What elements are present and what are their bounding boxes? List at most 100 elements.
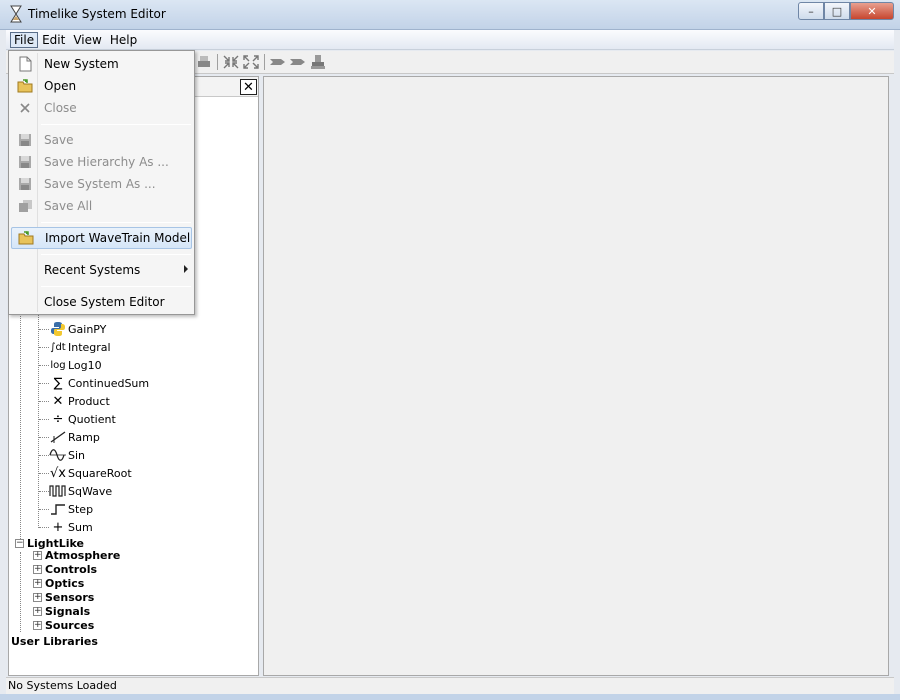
maximize-button[interactable]: □: [824, 2, 850, 20]
menu-edit[interactable]: Edit: [38, 32, 69, 48]
menu-item-import-wavetrain[interactable]: Import WaveTrain Model: [11, 227, 192, 249]
tree-item-quotient[interactable]: ÷ Quotient: [39, 410, 116, 428]
tree-item-squareroot[interactable]: √x SquareRoot: [39, 464, 132, 482]
tree-label: Quotient: [68, 412, 116, 426]
tree-item-ramp[interactable]: Ramp: [39, 428, 100, 446]
multiply-icon: ✕: [52, 393, 64, 409]
tree-label: Controls: [45, 562, 98, 576]
close-icon: [14, 100, 36, 116]
tree-label: ContinuedSum: [68, 376, 150, 390]
tree-item-sin[interactable]: Sin: [39, 446, 85, 464]
tree-label: Atmosphere: [45, 548, 121, 562]
tree-node-sensors[interactable]: + Sensors: [33, 590, 94, 604]
close-window-button[interactable]: ✕: [850, 2, 894, 20]
status-text: No Systems Loaded: [8, 679, 117, 692]
expand-toggle[interactable]: +: [33, 606, 42, 616]
expand-toggle[interactable]: +: [33, 564, 42, 574]
menu-separator: [41, 124, 191, 125]
tree-label: Sensors: [45, 590, 95, 604]
tree-connector: [39, 472, 49, 474]
save-disk-icon: [14, 154, 36, 170]
tree-label: Sources: [45, 618, 95, 632]
import-folder-icon: [15, 230, 37, 246]
tree-node-optics[interactable]: + Optics: [33, 576, 84, 590]
expand-toggle[interactable]: +: [33, 578, 42, 588]
tree-node-user-libraries[interactable]: User Libraries: [11, 632, 98, 650]
step-forward-icon[interactable]: [269, 54, 287, 70]
menu-item-close-system-editor[interactable]: Close System Editor: [11, 291, 192, 313]
tree-connector: [39, 364, 49, 366]
menu-item-new-system[interactable]: New System: [11, 53, 192, 75]
python-icon: [49, 321, 67, 337]
menu-item-save[interactable]: Save: [11, 129, 192, 151]
tree-node-controls[interactable]: + Controls: [33, 562, 97, 576]
tree-item-step[interactable]: Step: [39, 500, 93, 518]
menu-bar: File Edit View Help: [6, 30, 894, 50]
expand-all-icon[interactable]: [242, 54, 260, 70]
print-icon[interactable]: [195, 54, 213, 70]
menu-item-save-system-as[interactable]: Save System As ...: [11, 173, 192, 195]
tree-item-continuedsum[interactable]: ∑ ContinuedSum: [39, 374, 149, 392]
tree-item-product[interactable]: ✕ Product: [39, 392, 110, 410]
tree-connector: [39, 490, 49, 492]
file-menu-dropdown: New System Open Close Save Save Hierarch…: [8, 50, 195, 315]
menu-separator: [41, 286, 191, 287]
tree-node-signals[interactable]: + Signals: [33, 604, 90, 618]
window-bottom-frame: [0, 694, 900, 700]
open-folder-icon: [14, 78, 36, 94]
editor-canvas[interactable]: [263, 76, 889, 676]
save-disk-icon: [14, 132, 36, 148]
window-title: Timelike System Editor: [28, 7, 166, 21]
menu-item-label: Save: [44, 133, 74, 147]
menu-item-open[interactable]: Open: [11, 75, 192, 97]
submenu-arrow-icon: [184, 265, 188, 273]
status-bar: No Systems Loaded: [6, 677, 894, 694]
expand-toggle[interactable]: +: [33, 550, 42, 560]
menu-item-label: Import WaveTrain Model: [45, 231, 191, 245]
close-panel-button[interactable]: ✕: [240, 79, 257, 95]
toolbar-separator: [217, 54, 218, 70]
menu-item-label: Save System As ...: [44, 177, 156, 191]
menu-item-save-all[interactable]: Save All: [11, 195, 192, 217]
expand-toggle[interactable]: +: [33, 620, 42, 630]
tree-item-sqwave[interactable]: SqWave: [39, 482, 112, 500]
tree-node-atmosphere[interactable]: + Atmosphere: [33, 548, 120, 562]
sigma-icon: ∑: [53, 375, 63, 391]
tree-item-gainpy[interactable]: GainPY: [39, 320, 106, 338]
save-all-icon: [14, 198, 36, 214]
tree-item-integral[interactable]: ∫dt Integral: [39, 338, 111, 356]
tree-guide-line: [20, 552, 21, 632]
tree-connector: [39, 508, 49, 510]
menu-item-close[interactable]: Close: [11, 97, 192, 119]
menu-item-label: Save Hierarchy As ...: [44, 155, 169, 169]
tree-label: Sum: [68, 520, 93, 534]
tree-label: Optics: [45, 576, 85, 590]
window-controls: – □ ✕: [798, 2, 894, 20]
menu-file[interactable]: File: [10, 31, 39, 48]
tree-label: User Libraries: [11, 634, 98, 648]
log-icon: log: [50, 359, 66, 371]
tree-label: Ramp: [68, 430, 100, 444]
tree-guide-line: [20, 307, 21, 547]
tree-connector: [39, 454, 49, 456]
tree-label: Signals: [45, 604, 91, 618]
menu-item-label: Save All: [44, 199, 93, 213]
tree-item-log10[interactable]: log Log10: [39, 356, 102, 374]
run-icon[interactable]: [289, 54, 307, 70]
stamp-icon[interactable]: [309, 54, 327, 70]
tree-label: Product: [68, 394, 110, 408]
collapse-all-icon[interactable]: [222, 54, 240, 70]
minimize-button[interactable]: –: [798, 2, 824, 20]
expand-toggle[interactable]: +: [33, 592, 42, 602]
menu-item-label: Close: [44, 101, 77, 115]
tree-connector: [39, 526, 49, 528]
collapse-toggle[interactable]: −: [15, 538, 24, 548]
menu-item-recent-systems[interactable]: Recent Systems: [11, 259, 192, 281]
tree-label: Integral: [68, 340, 111, 354]
divide-icon: ÷: [52, 411, 64, 427]
menu-help[interactable]: Help: [106, 32, 141, 48]
menu-view[interactable]: View: [69, 32, 105, 48]
menu-separator: [41, 254, 191, 255]
menu-item-save-hierarchy-as[interactable]: Save Hierarchy As ...: [11, 151, 192, 173]
tree-node-sources[interactable]: + Sources: [33, 618, 94, 632]
